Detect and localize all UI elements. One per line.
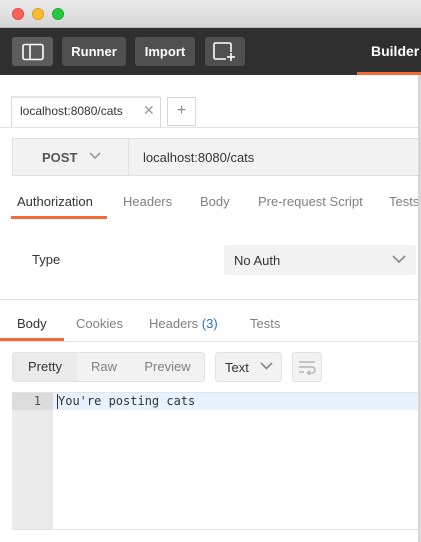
title-bar (0, 0, 421, 28)
preview-button[interactable]: Preview (131, 353, 204, 381)
new-window-button[interactable] (205, 37, 245, 66)
method-select[interactable]: POST (13, 139, 129, 175)
chevron-down-icon (392, 255, 406, 264)
main-toolbar: Runner Import Builder (0, 28, 421, 75)
app-window: Runner Import Builder localhost:8080/cat… (0, 0, 421, 542)
window-minimize-button[interactable] (32, 8, 44, 20)
pretty-button[interactable]: Pretty (13, 353, 77, 381)
response-tab-tests[interactable]: Tests (250, 316, 280, 331)
response-format-value: Text (225, 360, 249, 375)
add-tab-button[interactable]: + (167, 97, 196, 126)
response-tabs: Body Cookies Headers (3) Tests (0, 311, 421, 341)
close-icon[interactable]: ✕ (143, 102, 155, 119)
response-tab-headers-label: Headers (149, 316, 199, 331)
chevron-down-icon (89, 152, 101, 160)
tab-pre-request-script[interactable]: Pre-request Script (258, 194, 363, 209)
response-tabs-divider (0, 341, 421, 342)
request-subtabs: Authorization Headers Body Pre-request S… (0, 189, 421, 219)
response-body-editor[interactable]: 1 You're posting cats (12, 392, 421, 530)
import-button[interactable]: Import (135, 37, 195, 66)
window-close-button[interactable] (12, 8, 24, 20)
response-tab-body[interactable]: Body (17, 316, 47, 331)
response-format-select[interactable]: Text (215, 352, 282, 382)
tab-body[interactable]: Body (200, 194, 230, 209)
request-response-divider (0, 299, 421, 300)
request-tab[interactable]: localhost:8080/cats ✕ (11, 96, 161, 128)
response-view-toggle: Pretty Raw Preview (12, 352, 205, 382)
line-number: 1 (33, 394, 41, 408)
url-input[interactable] (141, 149, 415, 166)
request-tab-label: localhost:8080/cats (20, 104, 123, 118)
request-tabs-bar: localhost:8080/cats ✕ + (0, 75, 421, 128)
wrap-lines-icon (299, 361, 316, 375)
method-label: POST (42, 150, 78, 165)
chevron-down-icon (260, 362, 273, 370)
tab-tests[interactable]: Tests (389, 194, 419, 209)
sidebar-toggle-icon (21, 43, 44, 60)
new-window-icon (213, 41, 237, 62)
code-line: You're posting cats (58, 394, 196, 408)
tab-authorization[interactable]: Authorization (17, 194, 93, 209)
builder-tab[interactable]: Builder (358, 28, 421, 75)
wrap-lines-button[interactable] (292, 352, 322, 382)
active-tab-indicator (11, 216, 107, 219)
auth-type-value: No Auth (234, 253, 281, 268)
url-bar: POST (12, 138, 421, 176)
window-maximize-button[interactable] (52, 8, 64, 20)
sidebar-toggle-button[interactable] (12, 37, 53, 66)
tab-headers[interactable]: Headers (123, 194, 172, 209)
auth-type-label: Type (32, 252, 61, 267)
headers-count-badge: (3) (201, 316, 218, 331)
response-tab-headers[interactable]: Headers (3) (149, 316, 218, 331)
auth-type-select[interactable]: No Auth (224, 245, 416, 275)
line-number-gutter (12, 393, 53, 529)
runner-button[interactable]: Runner (62, 37, 126, 66)
raw-button[interactable]: Raw (77, 353, 131, 381)
tabs-divider (0, 127, 421, 128)
response-tab-cookies[interactable]: Cookies (76, 316, 123, 331)
